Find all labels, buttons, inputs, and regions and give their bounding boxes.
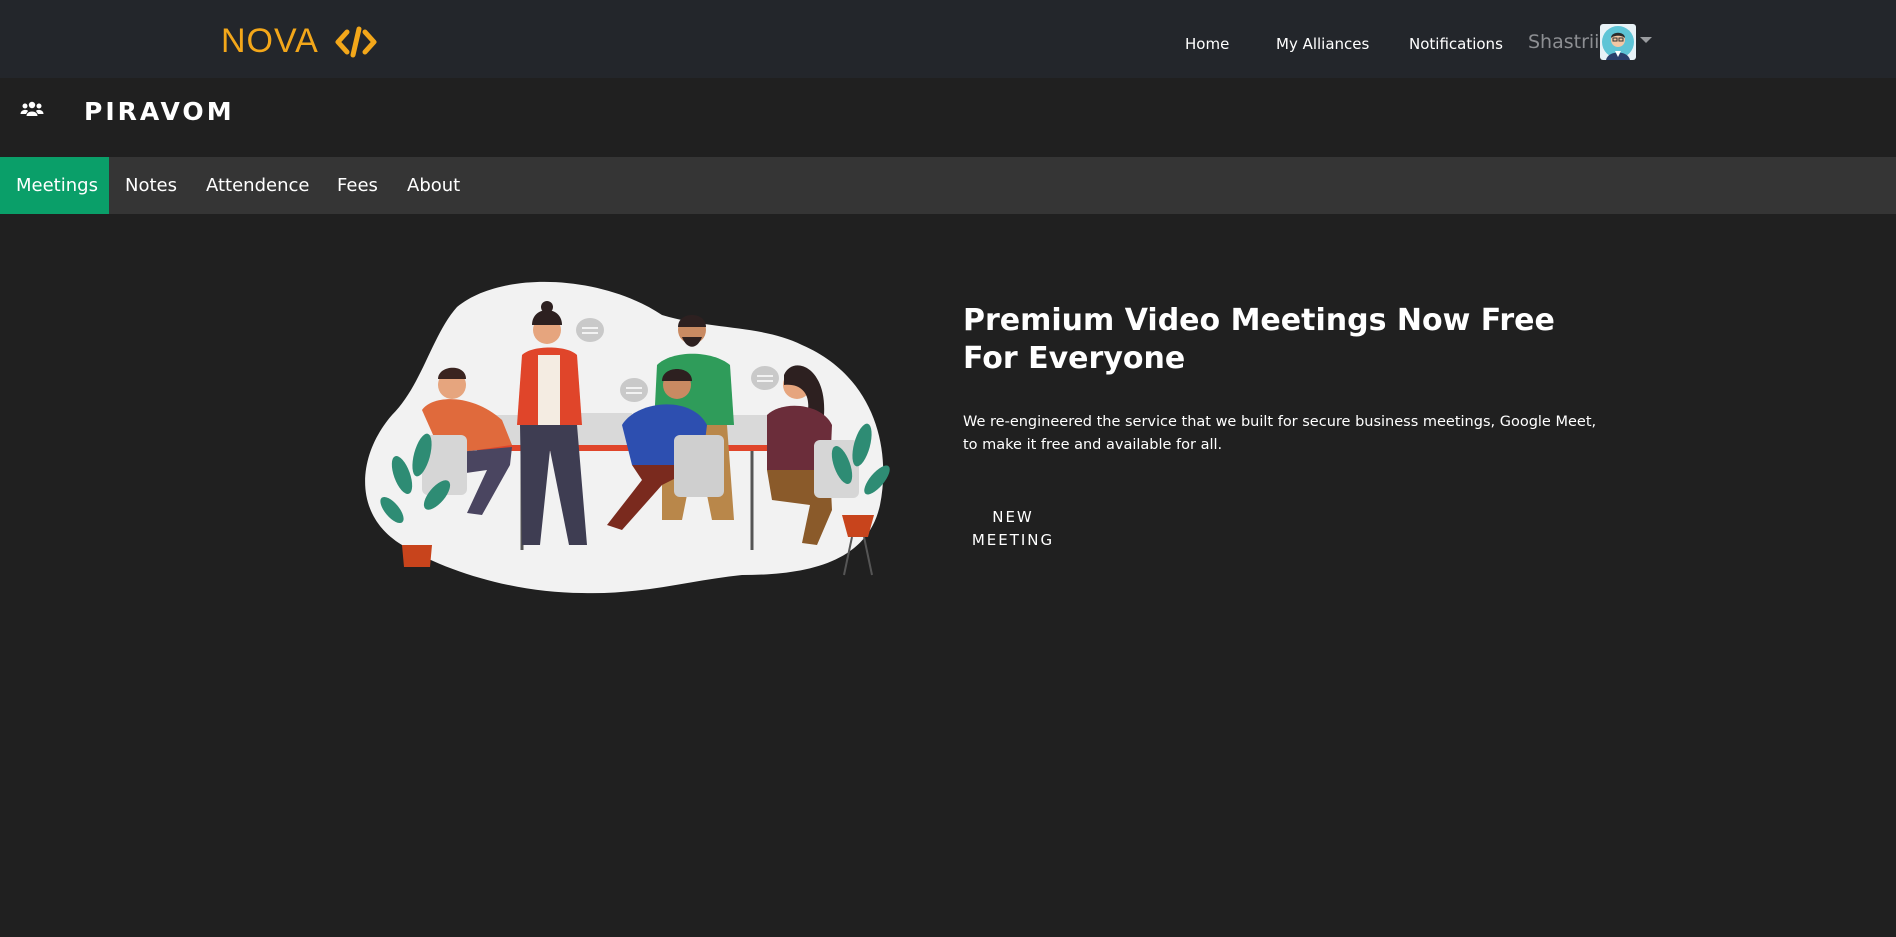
user-name: Shastriii bbox=[1528, 31, 1604, 53]
group-header bbox=[0, 78, 1896, 157]
user-menu-dropdown[interactable]: Shastriii bbox=[1528, 24, 1652, 60]
new-meeting-button[interactable]: NEW MEETING bbox=[963, 506, 1063, 552]
nav-home-link[interactable]: Home bbox=[1185, 35, 1229, 53]
top-navbar: NOVA Home My Alliances Notifications Sha… bbox=[0, 0, 1896, 78]
tab-bar: Meetings Notes Attendence Fees About bbox=[0, 157, 1896, 214]
users-icon bbox=[20, 101, 44, 116]
hero-title: Premium Video Meetings Now Free For Ever… bbox=[963, 303, 1555, 376]
tab-meetings[interactable]: Meetings bbox=[0, 157, 109, 214]
team-meeting-illustration bbox=[365, 281, 890, 594]
avatar-image bbox=[1600, 24, 1636, 60]
nav-my-alliances-link[interactable]: My Alliances bbox=[1276, 35, 1369, 53]
tab-about[interactable]: About bbox=[407, 157, 460, 214]
group-title: PIRAVOM bbox=[84, 97, 235, 126]
tab-attendence[interactable]: Attendence bbox=[206, 157, 309, 214]
tab-fees[interactable]: Fees bbox=[337, 157, 378, 214]
chevron-down-icon bbox=[1640, 37, 1652, 43]
hero-description: We re-engineered the service that we bui… bbox=[963, 414, 1597, 453]
tab-notes[interactable]: Notes bbox=[125, 157, 177, 214]
nav-notifications-link[interactable]: Notifications bbox=[1409, 35, 1503, 53]
avatar[interactable] bbox=[1600, 24, 1636, 60]
